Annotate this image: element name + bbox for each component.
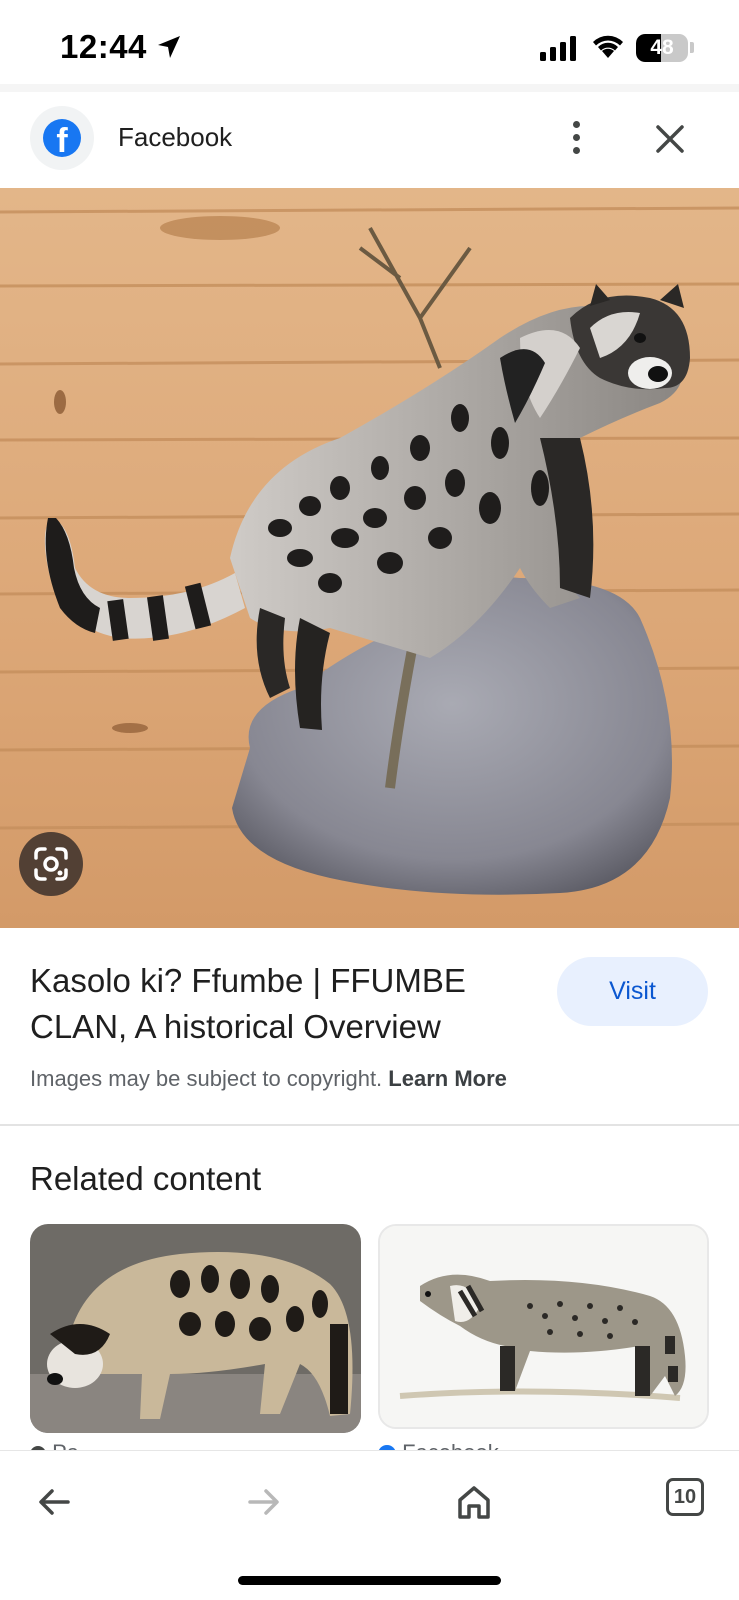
source-header: f Facebook — [0, 92, 739, 188]
related-thumb-2[interactable] — [378, 1224, 709, 1429]
related-heading: Related content — [30, 1160, 262, 1197]
copyright-text: Images may be subject to copyright. — [30, 1066, 383, 1091]
home-indicator — [238, 1576, 501, 1585]
location-arrow-icon — [158, 36, 180, 58]
home-icon[interactable] — [446, 1474, 502, 1530]
civet-on-rock-image — [0, 188, 739, 928]
learn-more-link[interactable]: Learn More — [388, 1066, 507, 1091]
section-divider — [0, 1124, 739, 1126]
result-title[interactable]: Kasolo ki? Ffumbe | FFUMBE CLAN, A histo… — [30, 958, 530, 1050]
facebook-logo-icon: f — [43, 119, 81, 157]
status-bar: 12:44 48 — [0, 0, 739, 86]
close-icon[interactable] — [650, 119, 690, 159]
google-lens-icon[interactable] — [19, 832, 83, 896]
wifi-icon — [593, 35, 623, 58]
civet-illustration-image — [380, 1226, 707, 1427]
forward-arrow-icon[interactable] — [236, 1474, 292, 1530]
status-time: 12:44 — [60, 28, 147, 65]
battery-icon: 48 — [636, 34, 688, 62]
site-avatar[interactable]: f — [30, 106, 94, 170]
battery-nub — [690, 42, 694, 53]
tabs-icon[interactable]: 10 — [666, 1478, 704, 1516]
related-thumb-1[interactable] — [30, 1224, 361, 1433]
site-name[interactable]: Facebook — [118, 122, 232, 153]
battery-level: 48 — [650, 36, 674, 59]
cellular-signal-icon — [540, 35, 576, 61]
visit-button[interactable]: Visit — [557, 957, 708, 1026]
more-vert-icon[interactable] — [562, 118, 592, 158]
civet-photo-image — [30, 1224, 361, 1433]
copyright-notice: Images may be subject to copyright. Lear… — [30, 1066, 507, 1092]
back-arrow-icon[interactable] — [26, 1474, 82, 1530]
result-image[interactable] — [0, 188, 739, 928]
status-separator — [0, 84, 739, 92]
